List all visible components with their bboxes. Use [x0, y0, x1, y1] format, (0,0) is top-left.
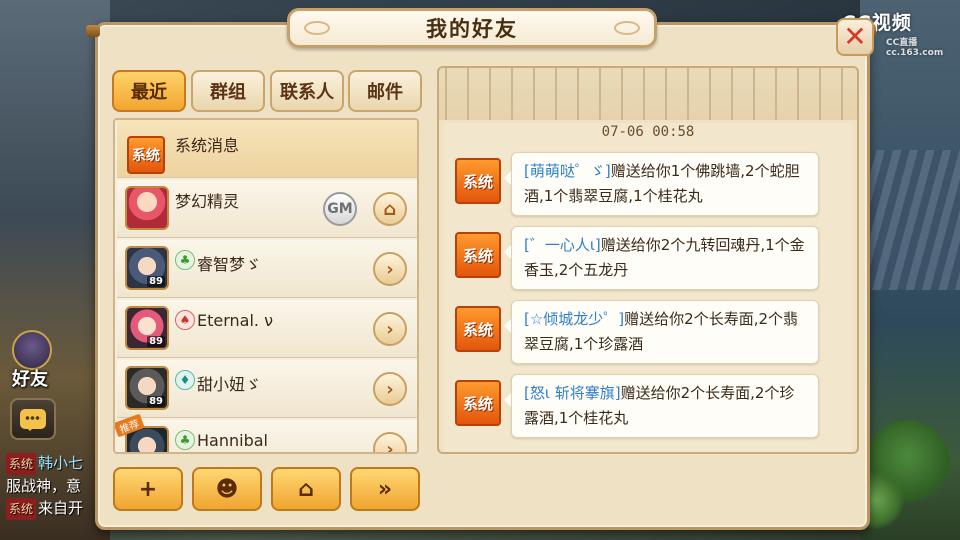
water-icon: ♦	[175, 370, 195, 390]
system-badge-icon: 系统	[455, 306, 501, 352]
avatar: 89	[125, 366, 169, 410]
scroll-rod-ornament	[86, 25, 100, 37]
friends-menu-label[interactable]: 好友	[12, 365, 48, 391]
chat-toggle-button[interactable]	[10, 398, 56, 440]
avatar: 89	[125, 306, 169, 350]
chat-line: 服战神，意	[6, 477, 82, 495]
meander-pattern	[439, 68, 857, 120]
contact-row-friend[interactable]: 89 ♦ 甜小妞ゞ ›	[117, 360, 417, 418]
chevron-right-icon: ›	[386, 438, 394, 454]
cloud-ornament-icon	[304, 21, 330, 35]
chevron-right-icon: ›	[386, 378, 394, 400]
tab-recent[interactable]: 最近	[112, 70, 186, 112]
contact-list[interactable]: 系统 系统消息 梦幻精灵 GM ⌂ 89 ♣ 睿智梦ゞ › 89 ♠ Etern…	[113, 118, 419, 454]
chat-text: 来自开	[38, 499, 84, 517]
dialog-title-banner: 我的好友	[287, 8, 657, 48]
chat-channel-tag: 系统	[6, 453, 37, 475]
open-chat-button[interactable]: ›	[373, 312, 407, 346]
contact-name: 甜小妞ゞ	[197, 375, 262, 394]
world-chat-log: 系统 韩小七 服战神，意 系统 来自开	[6, 452, 106, 520]
contact-name: Eternal. ν	[197, 311, 274, 330]
chat-line: 系统 来自开	[6, 497, 106, 520]
gm-button[interactable]: GM	[323, 192, 357, 226]
watermark-sub: CC直播 cc.163.com	[886, 38, 944, 58]
message-bubble[interactable]: [怒ι 斩将搴旗]赠送给你2个长寿面,2个珍露酒,1个桂花丸	[504, 374, 819, 438]
contact-name: Hannibal	[197, 431, 268, 450]
leaf-icon: ♣	[175, 250, 195, 270]
tab-mail[interactable]: 邮件	[348, 70, 422, 112]
message-item: 系统 [萌萌哒゜ゞ]赠送给你1个佛跳墙,2个蛇胆酒,1个翡翠豆腐,1个桂花丸	[455, 152, 825, 216]
message-panel[interactable]: 07-06 00:58 系统 [萌萌哒゜ゞ]赠送给你1个佛跳墙,2个蛇胆酒,1个…	[437, 66, 859, 454]
open-chat-button[interactable]: ›	[373, 252, 407, 286]
chat-channel-tag: 系统	[6, 498, 37, 520]
chat-button[interactable]: ☻	[192, 467, 262, 511]
home-icon: ⌂	[298, 476, 314, 502]
message-bubble[interactable]: [萌萌哒゜ゞ]赠送给你1个佛跳墙,2个蛇胆酒,1个翡翠豆腐,1个桂花丸	[504, 152, 819, 216]
close-icon: ✕	[843, 20, 867, 53]
system-badge-icon: 系统	[455, 380, 501, 426]
chat-icon: ☻	[215, 476, 239, 502]
visit-home-button[interactable]: ⌂	[373, 192, 407, 226]
chat-sender[interactable]: 韩小七	[38, 454, 83, 472]
message-item: 系统 [怒ι 斩将搴旗]赠送给你2个长寿面,2个珍露酒,1个桂花丸	[455, 374, 825, 438]
add-user-icon: +	[138, 476, 158, 502]
close-button[interactable]: ✕	[836, 18, 874, 56]
message-sender[interactable]: [゛一心人ι]	[524, 236, 601, 254]
system-badge-icon: 系统	[455, 158, 501, 204]
message-sender[interactable]: [怒ι 斩将搴旗]	[524, 384, 621, 402]
add-friend-button[interactable]: +	[113, 467, 183, 511]
level-badge: 89	[147, 396, 165, 407]
avatar	[125, 186, 169, 230]
home-icon: ⌂	[383, 198, 397, 220]
chat-bubble-icon	[20, 409, 46, 431]
chevron-right-icon: ›	[386, 318, 394, 340]
message-bubble[interactable]: [゛一心人ι]赠送给你2个九转回魂丹,1个金香玉,2个五龙丹	[504, 226, 819, 290]
message-item: 系统 [゛一心人ι]赠送给你2个九转回魂丹,1个金香玉,2个五龙丹	[455, 226, 825, 290]
system-badge-icon: 系统	[455, 232, 501, 278]
message-timestamp: 07-06 00:58	[601, 124, 695, 140]
avatar: 89	[125, 246, 169, 290]
cloud-ornament-icon	[614, 21, 640, 35]
fire-icon: ♠	[175, 310, 195, 330]
level-badge: 89	[147, 276, 165, 287]
open-chat-button[interactable]: ›	[373, 372, 407, 406]
leaf-icon: ♣	[175, 430, 195, 450]
home-button[interactable]: ⌂	[271, 467, 341, 511]
contact-row-friend[interactable]: 89 ♣ 睿智梦ゞ ›	[117, 240, 417, 298]
friends-menu-avatar[interactable]	[12, 330, 52, 370]
more-button[interactable]: »	[350, 467, 420, 511]
open-chat-button[interactable]: ›	[373, 432, 407, 454]
double-chevron-right-icon: »	[377, 476, 393, 502]
contact-row-system[interactable]: 系统 系统消息	[117, 120, 417, 178]
system-badge-icon: 系统	[127, 136, 165, 174]
message-sender[interactable]: [萌萌哒゜ゞ]	[524, 162, 611, 180]
contact-name: 梦幻精灵	[175, 192, 240, 211]
dialog-title: 我的好友	[426, 17, 518, 41]
message-bubble[interactable]: [☆倾城龙少゜]赠送给你2个长寿面,2个翡翠豆腐,1个珍露酒	[504, 300, 819, 364]
chevron-right-icon: ›	[386, 258, 394, 280]
tab-contacts[interactable]: 联系人	[270, 70, 344, 112]
chat-line: 系统 韩小七	[6, 452, 106, 475]
contact-row-gm[interactable]: 梦幻精灵 GM ⌂	[117, 180, 417, 238]
message-item: 系统 [☆倾城龙少゜]赠送给你2个长寿面,2个翡翠豆腐,1个珍露酒	[455, 300, 825, 364]
contact-name: 系统消息	[175, 136, 240, 155]
message-sender[interactable]: [☆倾城龙少゜]	[524, 310, 624, 328]
contact-row-friend[interactable]: 推荐 ♣ Hannibal ›	[115, 413, 417, 454]
bridge-scenery	[860, 150, 960, 290]
contact-row-friend[interactable]: 89 ♠ Eternal. ν ›	[117, 300, 417, 358]
level-badge: 89	[147, 336, 165, 347]
tab-groups[interactable]: 群组	[191, 70, 265, 112]
contact-name: 睿智梦ゞ	[197, 255, 262, 274]
